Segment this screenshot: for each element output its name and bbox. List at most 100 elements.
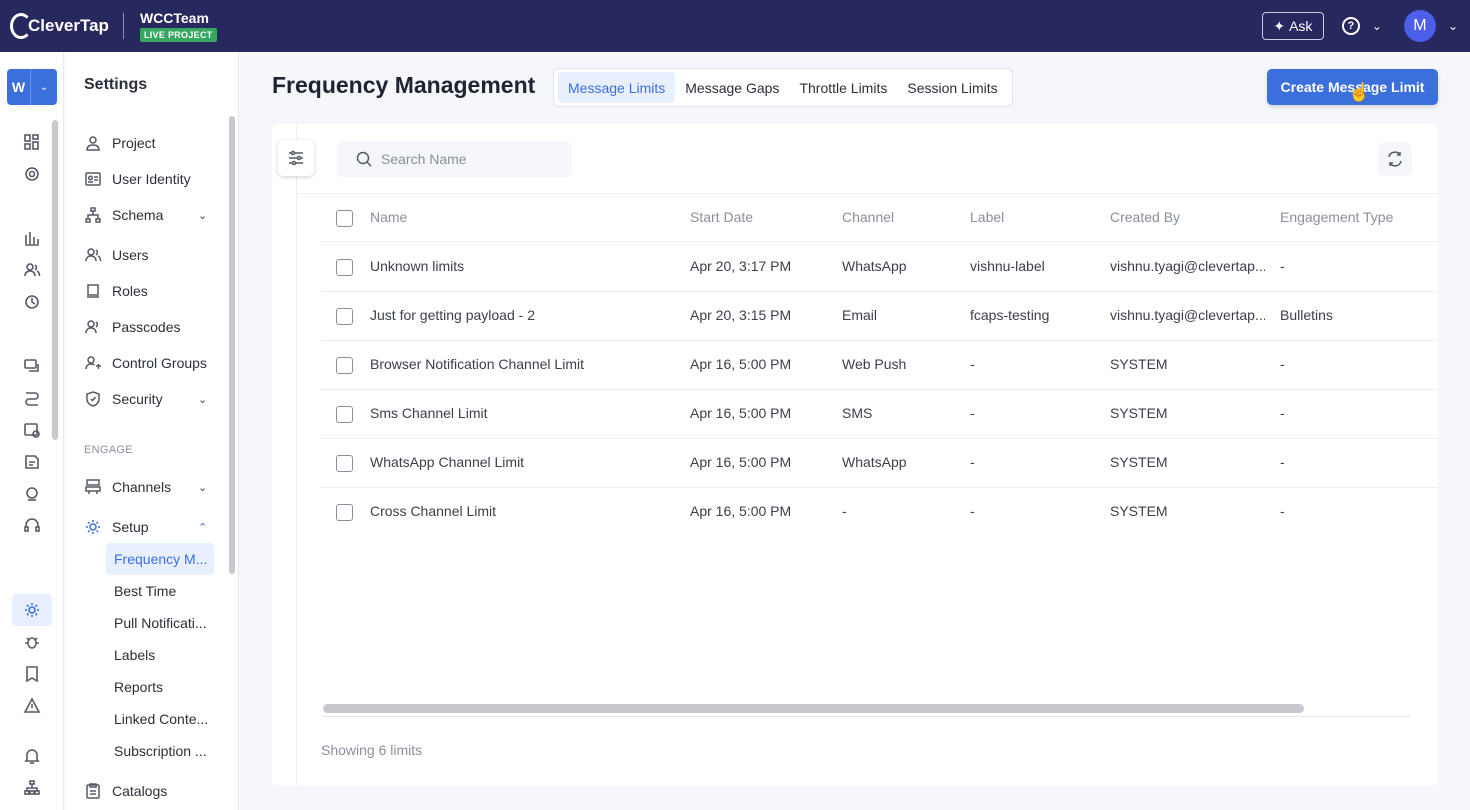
cell-name[interactable]: WhatsApp Channel Limit xyxy=(370,454,524,470)
chevron-down-icon[interactable]: ⌄ xyxy=(1448,19,1458,33)
row-divider xyxy=(321,438,1438,439)
tab-message-limits[interactable]: Message Limits xyxy=(558,72,676,103)
sidebar-item-pull-notifications[interactable]: Pull Notificati... xyxy=(106,607,214,639)
tab-session-limits[interactable]: Session Limits xyxy=(897,72,1007,103)
sidebar-item-channels[interactable]: Channels ⌄ xyxy=(84,475,207,499)
cell-engagement-type: - xyxy=(1280,405,1285,421)
bookmark-icon[interactable] xyxy=(20,662,44,686)
team-name: WCCTeam xyxy=(139,10,209,26)
hierarchy-icon[interactable] xyxy=(20,776,44,800)
icon-rail: W ⌄ xyxy=(0,52,64,810)
support-icon[interactable] xyxy=(20,514,44,538)
filter-button[interactable] xyxy=(278,140,314,176)
chevron-down-icon[interactable]: ⌄ xyxy=(198,393,207,406)
journeys-icon[interactable] xyxy=(20,290,44,314)
column-header-engagement-type[interactable]: Engagement Type xyxy=(1280,209,1393,225)
chevron-down-icon[interactable]: ⌄ xyxy=(1372,19,1382,33)
cell-label: vishnu-label xyxy=(970,258,1045,274)
tab-throttle-limits[interactable]: Throttle Limits xyxy=(789,72,897,103)
schedule-icon[interactable] xyxy=(20,418,44,442)
row-checkbox[interactable] xyxy=(336,308,353,325)
rail-scrollbar[interactable] xyxy=(52,120,58,440)
bar-chart-icon[interactable] xyxy=(20,226,44,250)
cell-label: - xyxy=(970,454,975,470)
sidebar-item-security[interactable]: Security ⌄ xyxy=(84,387,207,411)
sidebar-item-linked-content[interactable]: Linked Conte... xyxy=(106,703,214,735)
filter-sliders-icon xyxy=(289,150,303,166)
section-engage: ENGAGE xyxy=(84,444,133,456)
sync-icon xyxy=(1388,151,1402,167)
alert-icon[interactable] xyxy=(20,694,44,718)
horizontal-scrollbar[interactable] xyxy=(323,704,1304,713)
sidebar-item-user-identity[interactable]: User Identity xyxy=(84,167,191,191)
avatar[interactable]: M xyxy=(1403,10,1436,42)
cell-name[interactable]: Browser Notification Channel Limit xyxy=(370,356,584,372)
column-header-name[interactable]: Name xyxy=(370,209,407,225)
tab-message-gaps[interactable]: Message Gaps xyxy=(675,72,789,103)
column-header-created-by[interactable]: Created By xyxy=(1110,209,1180,225)
search-input[interactable] xyxy=(381,151,561,167)
team-switcher[interactable]: WCCTeam LIVE PROJECT xyxy=(139,10,217,42)
column-header-label[interactable]: Label xyxy=(970,209,1004,225)
sidebar-item-project[interactable]: Project xyxy=(84,131,156,155)
chevron-down-icon[interactable]: ⌄ xyxy=(198,209,207,222)
notification-icon[interactable] xyxy=(20,744,44,768)
sidebar-item-control-groups[interactable]: Control Groups xyxy=(84,351,207,375)
user-icon xyxy=(86,136,100,151)
cell-engagement-type: - xyxy=(1280,356,1285,372)
sidebar-item-label: Channels xyxy=(112,479,172,495)
row-checkbox[interactable] xyxy=(336,504,353,521)
sidebar-item-passcodes[interactable]: Passcodes xyxy=(84,315,180,339)
sidebar-item-setup[interactable]: Setup ⌃ xyxy=(84,515,207,539)
sidebar-item-frequency-management[interactable]: Frequency M... xyxy=(106,543,214,575)
sync-button[interactable] xyxy=(1378,142,1412,176)
cell-name[interactable]: Unknown limits xyxy=(370,258,464,274)
settings-icon[interactable] xyxy=(12,594,52,626)
sidebar-item-label: Schema xyxy=(112,207,164,223)
sidebar-item-best-time[interactable]: Best Time xyxy=(106,575,214,607)
shield-icon xyxy=(86,391,100,407)
row-divider xyxy=(321,291,1438,292)
cell-created-by: SYSTEM xyxy=(1110,503,1168,519)
cell-name[interactable]: Cross Channel Limit xyxy=(370,503,496,519)
sidebar-item-users[interactable]: Users xyxy=(84,243,149,267)
row-checkbox[interactable] xyxy=(336,455,353,472)
select-all-checkbox[interactable] xyxy=(336,210,353,227)
cell-name[interactable]: Sms Channel Limit xyxy=(370,405,488,421)
catalog-icon[interactable] xyxy=(20,482,44,506)
segments-icon[interactable] xyxy=(20,258,44,282)
reports-icon[interactable] xyxy=(20,450,44,474)
analytics-target-icon[interactable] xyxy=(20,162,44,186)
ask-button[interactable]: ✦ Ask xyxy=(1261,12,1324,40)
sidebar-item-labels[interactable]: Labels xyxy=(106,639,214,671)
row-checkbox[interactable] xyxy=(336,406,353,423)
row-checkbox[interactable] xyxy=(336,259,353,276)
sidebar-item-reports[interactable]: Reports xyxy=(106,671,214,703)
help-icon[interactable]: ? xyxy=(1341,17,1360,35)
sidebar-item-schema[interactable]: Schema ⌄ xyxy=(84,203,207,227)
search-box xyxy=(337,141,572,177)
column-header-start-date[interactable]: Start Date xyxy=(690,209,753,225)
chevron-up-icon[interactable]: ⌃ xyxy=(198,521,207,534)
cell-name[interactable]: Just for getting payload - 2 xyxy=(370,307,535,323)
row-checkbox[interactable] xyxy=(336,357,353,374)
cell-created-by: SYSTEM xyxy=(1110,405,1168,421)
flows-icon[interactable] xyxy=(20,386,44,410)
bug-icon[interactable] xyxy=(20,630,44,654)
panel-scrollbar[interactable] xyxy=(229,116,235,574)
sidebar-item-roles[interactable]: Roles xyxy=(84,279,148,303)
clevertap-logo[interactable]: CleverTap xyxy=(10,0,109,52)
cell-label: - xyxy=(970,503,975,519)
page-title: Frequency Management xyxy=(272,72,536,98)
dashboard-icon[interactable] xyxy=(20,130,44,154)
chevron-down-icon[interactable]: ⌄ xyxy=(198,481,207,494)
workspace-initial: W xyxy=(7,69,31,105)
workspace-switcher[interactable]: W ⌄ xyxy=(7,69,57,105)
sidebar-item-subscription[interactable]: Subscription ... xyxy=(106,735,214,767)
sidebar-item-catalogs[interactable]: Catalogs xyxy=(84,779,167,803)
column-header-channel[interactable]: Channel xyxy=(842,209,894,225)
cell-start-date: Apr 16, 5:00 PM xyxy=(690,503,792,519)
campaigns-icon[interactable] xyxy=(20,354,44,378)
ask-label: Ask xyxy=(1289,18,1313,34)
cell-channel: - xyxy=(842,503,847,519)
